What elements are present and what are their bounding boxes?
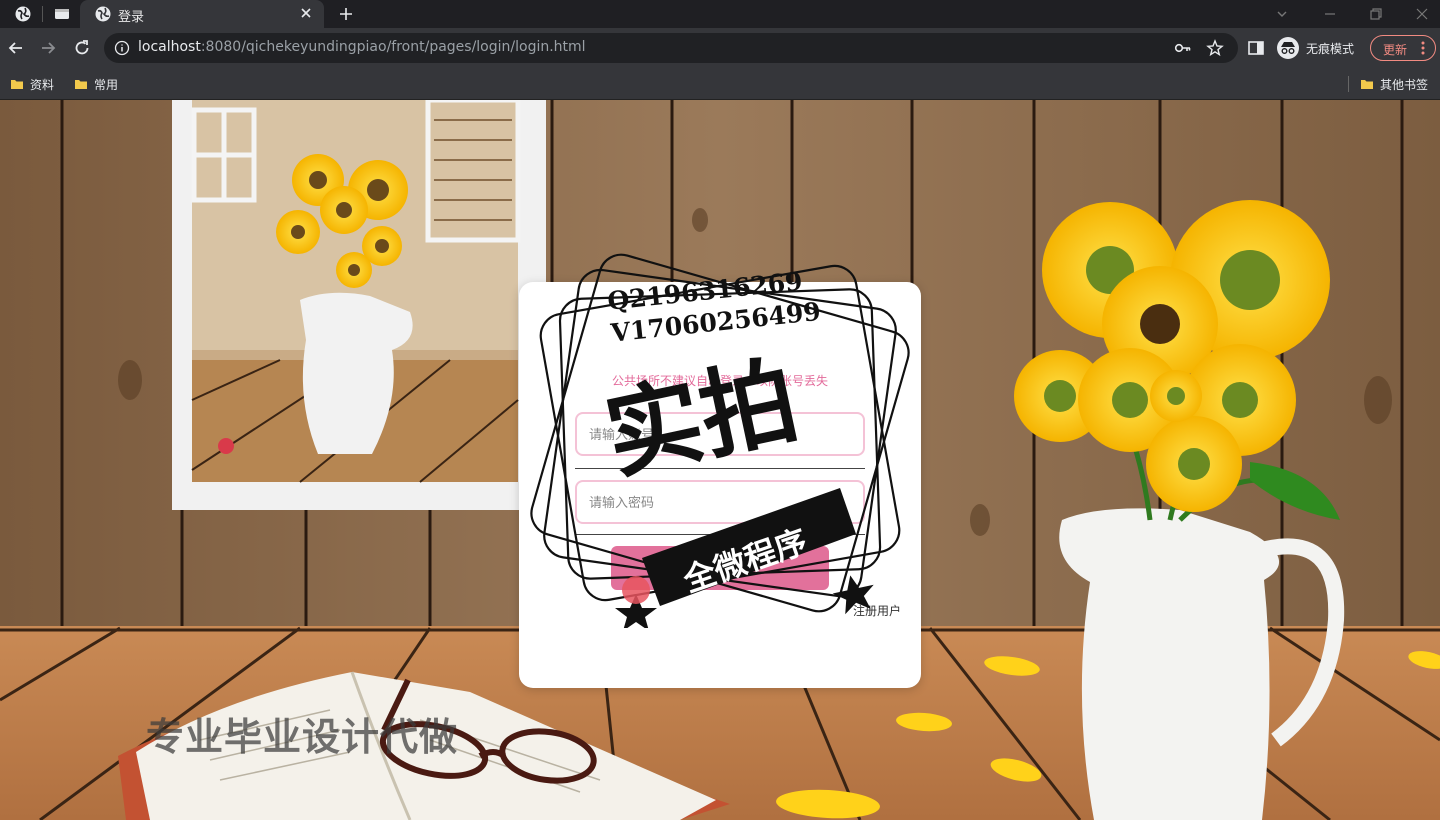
chevron-down-icon[interactable]	[1274, 6, 1290, 22]
password-input[interactable]	[575, 480, 865, 524]
forward-arrow-icon[interactable]	[38, 38, 58, 58]
bookmark-folder[interactable]: 常用	[74, 74, 118, 94]
window-close-icon[interactable]	[1414, 6, 1430, 22]
footer-watermark: 专业毕业设计代做	[146, 715, 459, 759]
update-label: 更新	[1383, 43, 1408, 57]
incognito-indicator[interactable]: 无痕模式	[1276, 35, 1354, 61]
bookmark-folder[interactable]: 资料	[10, 74, 54, 94]
new-tab-icon[interactable]	[336, 4, 356, 24]
username-input[interactable]	[575, 412, 865, 456]
url-host: localhost	[138, 39, 201, 55]
other-bookmarks[interactable]: 其他书签	[1360, 74, 1428, 94]
tab-active[interactable]: 登录	[80, 0, 324, 28]
bookmark-separator	[1348, 76, 1349, 92]
incognito-icon	[1277, 37, 1299, 59]
bookmark-label: 资料	[30, 77, 55, 92]
update-button[interactable]: 更新	[1370, 35, 1436, 61]
restore-icon[interactable]	[1368, 6, 1384, 22]
auto-login-warning: 公共场所不建议自动登录，以防账号丢失	[611, 374, 828, 388]
more-menu-icon[interactable]	[1421, 41, 1425, 55]
close-icon[interactable]	[298, 5, 314, 21]
key-icon[interactable]	[1174, 40, 1192, 56]
username-underline	[575, 468, 865, 469]
login-card: 公共场所不建议自动登录，以防账号丢失 登录 注册用户	[519, 282, 921, 688]
address-bar[interactable]: localhost:8080/qichekeyundingpiao/front/…	[104, 33, 1238, 63]
login-button[interactable]: 登录	[611, 546, 829, 590]
url-path: :8080/qichekeyundingpiao/front/pages/log…	[200, 39, 586, 55]
folder-icon	[11, 80, 23, 89]
tab-search-icon[interactable]	[53, 5, 71, 23]
page-globe-icon	[95, 6, 111, 22]
folder-icon	[75, 80, 87, 89]
bookmark-label: 常用	[94, 77, 119, 92]
password-underline	[575, 534, 865, 535]
incognito-label: 无痕模式	[1306, 41, 1355, 56]
minimize-icon[interactable]	[1322, 6, 1338, 22]
url-text[interactable]: localhost:8080/qichekeyundingpiao/front/…	[138, 39, 586, 55]
other-bookmarks-label: 其他书签	[1380, 77, 1429, 92]
tab-title: 登录	[118, 10, 145, 25]
bookmarks-bar: 资料 常用 其他书签	[0, 68, 1440, 100]
toolbar: localhost:8080/qichekeyundingpiao/front/…	[0, 28, 1440, 68]
folder-icon	[1361, 80, 1373, 89]
page-viewport: 公共场所不建议自动登录，以防账号丢失 登录 注册用户 实拍 全微程序 Q2196…	[0, 100, 1440, 820]
register-link[interactable]: 注册用户	[853, 602, 901, 619]
tab-strip: 登录	[0, 0, 1440, 28]
star-icon[interactable]	[1206, 39, 1224, 57]
side-panel-icon[interactable]	[1246, 38, 1266, 58]
back-arrow-icon[interactable]	[6, 38, 26, 58]
reload-icon[interactable]	[72, 38, 92, 58]
globe-icon[interactable]	[14, 5, 32, 23]
info-icon[interactable]	[114, 40, 130, 56]
tab-separator	[42, 6, 43, 22]
